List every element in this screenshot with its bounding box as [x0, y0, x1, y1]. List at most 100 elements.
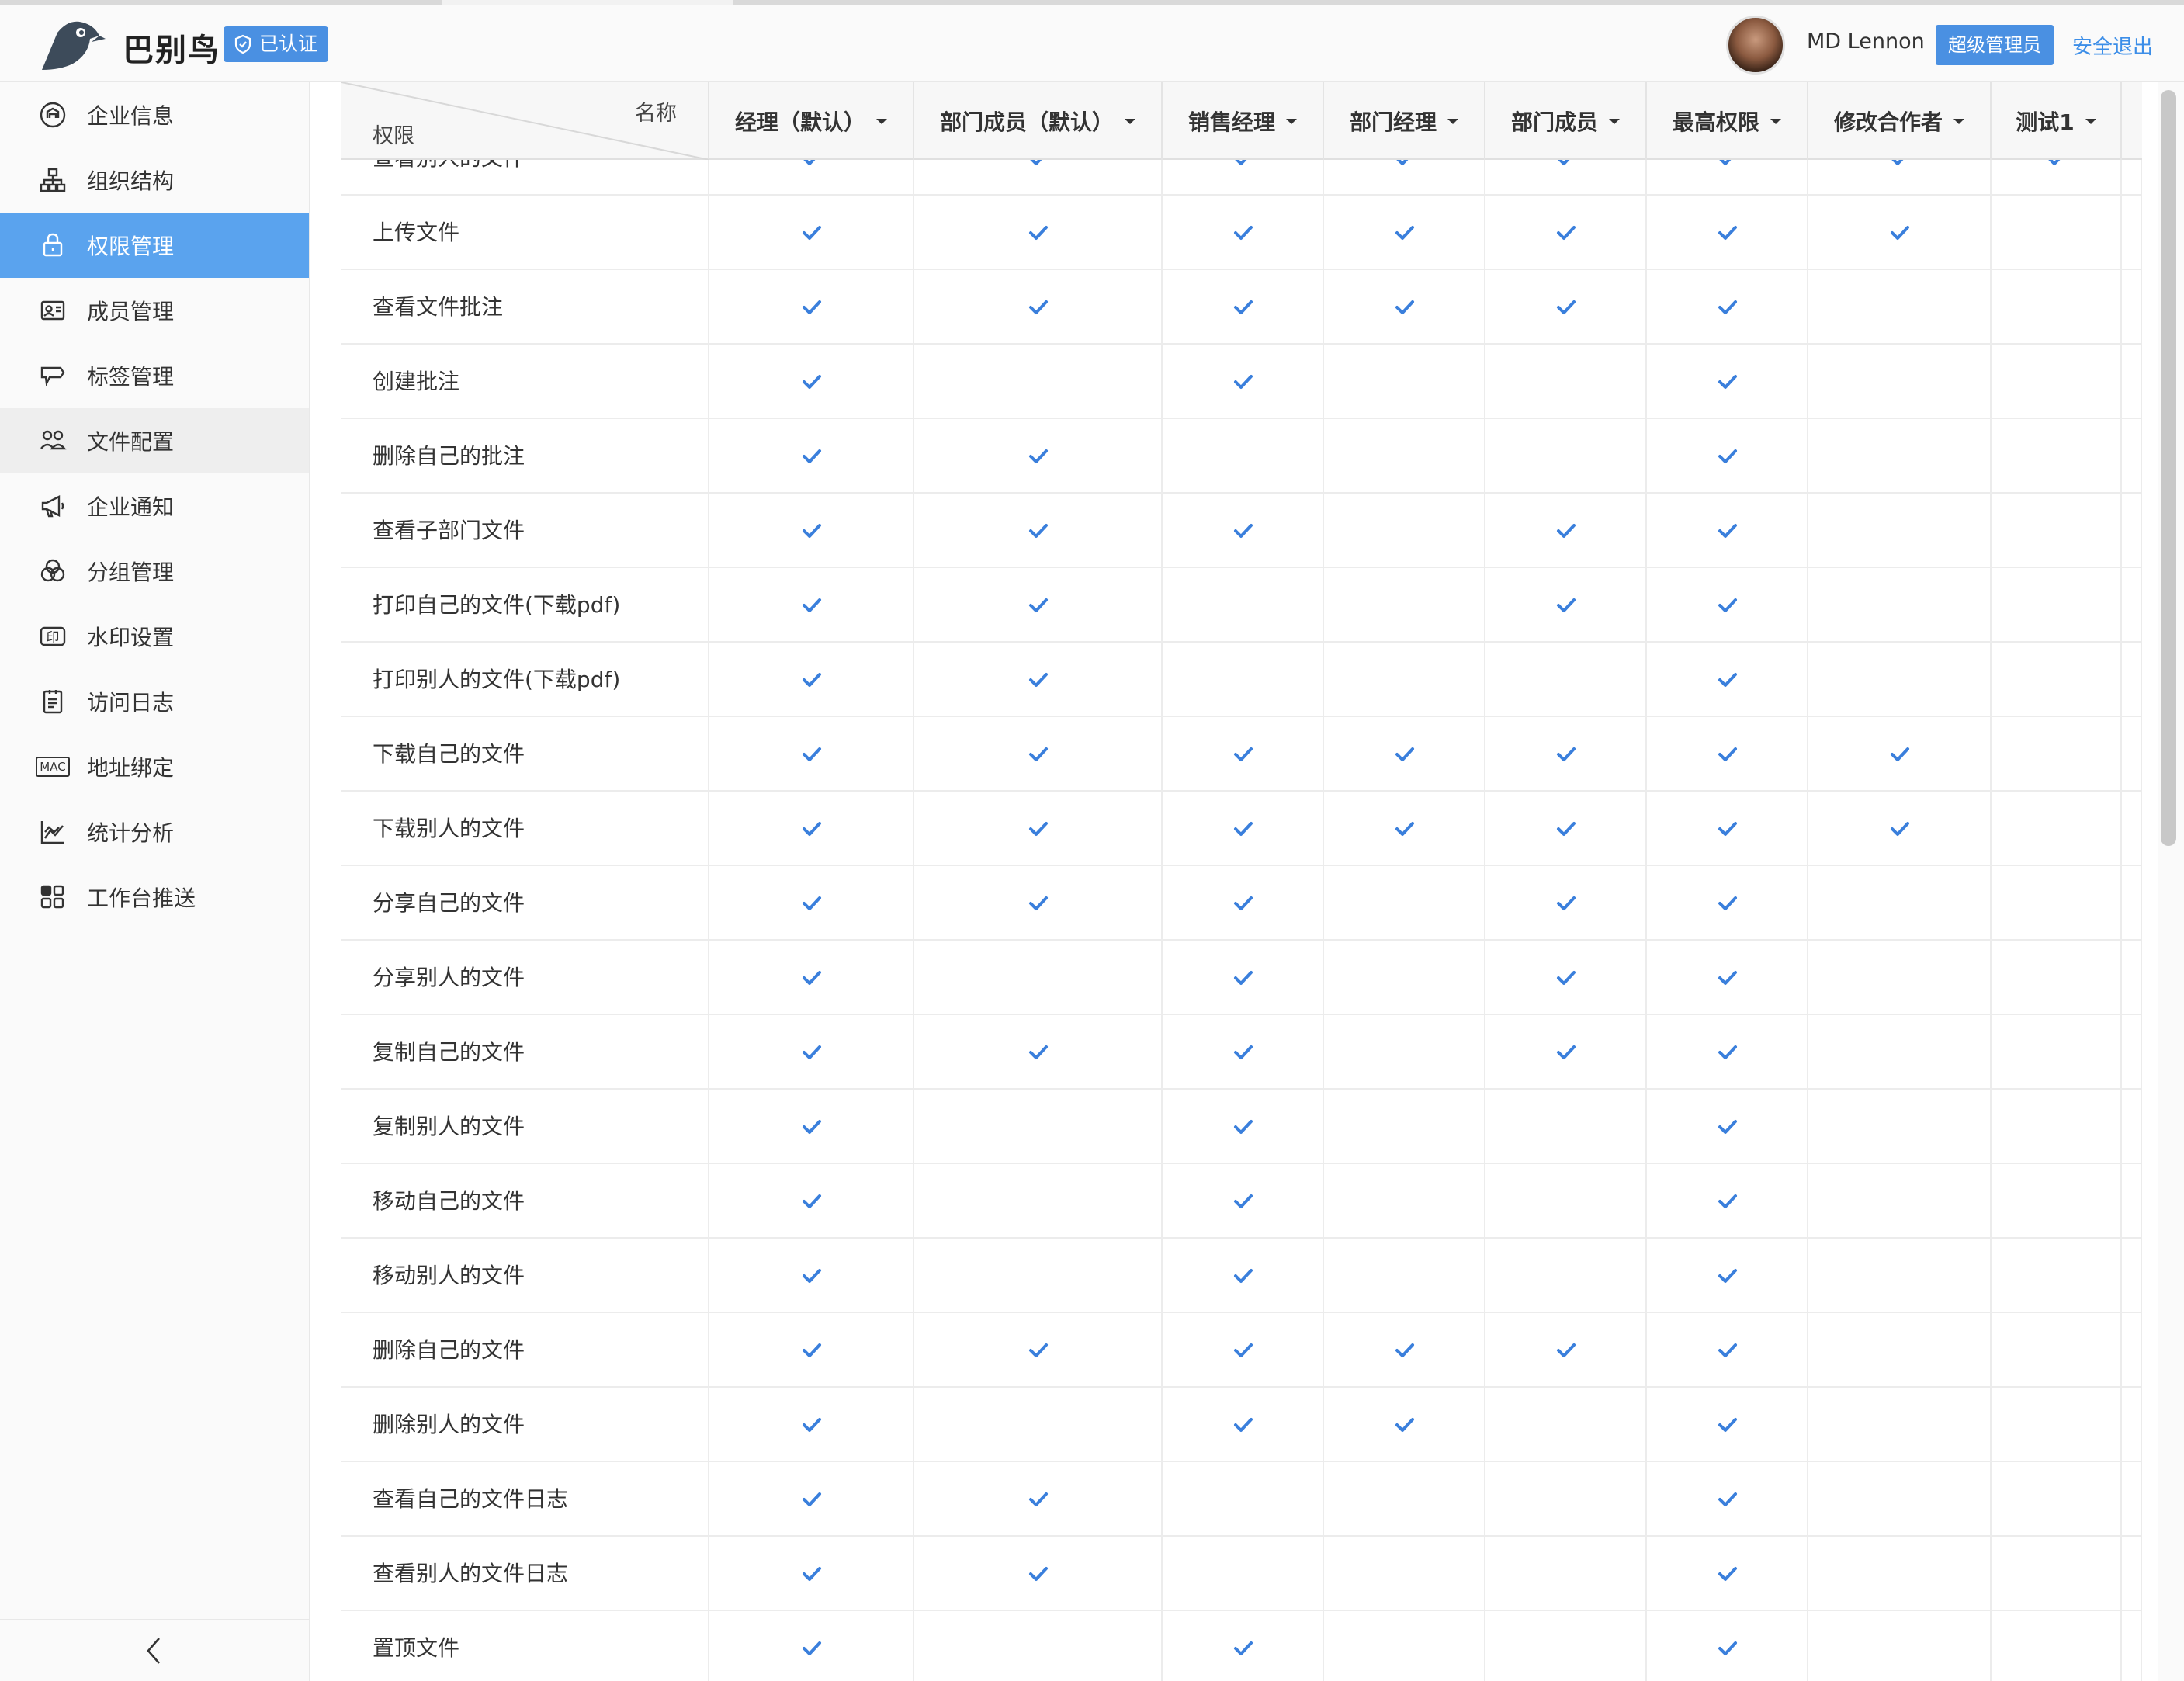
- permission-cell[interactable]: [1647, 345, 1808, 419]
- permission-cell[interactable]: [1992, 1015, 2122, 1090]
- sidebar-item-members[interactable]: 成员管理: [0, 278, 309, 343]
- permission-cell[interactable]: [1992, 568, 2122, 643]
- permission-cell[interactable]: [1992, 1090, 2122, 1164]
- permission-cell[interactable]: [1808, 1090, 1992, 1164]
- permission-cell[interactable]: [1992, 717, 2122, 792]
- permission-cell[interactable]: [1647, 1239, 1808, 1313]
- permission-cell[interactable]: [1324, 1537, 1485, 1611]
- permission-cell[interactable]: [709, 1462, 914, 1537]
- permission-cell[interactable]: [1324, 345, 1485, 419]
- permission-cell[interactable]: [1324, 792, 1485, 866]
- permission-cell[interactable]: [1992, 1313, 2122, 1388]
- permission-cell[interactable]: [1808, 1239, 1992, 1313]
- permission-cell[interactable]: [709, 568, 914, 643]
- permission-cell[interactable]: [1324, 1462, 1485, 1537]
- permission-cell[interactable]: [914, 1537, 1163, 1611]
- permission-cell[interactable]: [1808, 1164, 1992, 1239]
- permission-cell[interactable]: [1485, 1313, 1647, 1388]
- permission-cell[interactable]: [1647, 1388, 1808, 1462]
- permission-cell[interactable]: [1647, 1313, 1808, 1388]
- permission-cell[interactable]: [914, 1462, 1163, 1537]
- avatar[interactable]: [1726, 16, 1785, 75]
- column-header[interactable]: 修改合作者: [1808, 82, 1992, 160]
- permission-cell[interactable]: [914, 1611, 1163, 1681]
- sidebar-item-notice[interactable]: 企业通知: [0, 473, 309, 539]
- permission-cell[interactable]: [1324, 419, 1485, 494]
- permission-cell[interactable]: [1324, 643, 1485, 717]
- permission-cell[interactable]: [1485, 1388, 1647, 1462]
- permission-cell[interactable]: [1808, 643, 1992, 717]
- permission-cell[interactable]: [1163, 270, 1324, 345]
- permission-cell[interactable]: [1808, 345, 1992, 419]
- permission-cell[interactable]: [709, 941, 914, 1015]
- permission-cell[interactable]: [709, 1611, 914, 1681]
- permission-cell[interactable]: [1324, 1015, 1485, 1090]
- permission-cell[interactable]: [1647, 1611, 1808, 1681]
- column-header[interactable]: 部门成员（默认）: [914, 82, 1163, 160]
- sidebar-item-permission[interactable]: 权限管理: [0, 213, 309, 278]
- permission-cell[interactable]: [1485, 941, 1647, 1015]
- permission-cell[interactable]: [914, 345, 1163, 419]
- permission-cell[interactable]: [1324, 1239, 1485, 1313]
- sidebar-item-groups[interactable]: 分组管理: [0, 539, 309, 604]
- permission-cell[interactable]: [1808, 494, 1992, 568]
- permission-cell[interactable]: [1324, 717, 1485, 792]
- permission-cell[interactable]: [709, 1388, 914, 1462]
- permission-cell[interactable]: [1647, 568, 1808, 643]
- sidebar-item-workbench[interactable]: 工作台推送: [0, 865, 309, 930]
- permission-cell[interactable]: [1324, 270, 1485, 345]
- permission-cell[interactable]: [1647, 1537, 1808, 1611]
- permission-cell[interactable]: [1324, 568, 1485, 643]
- permission-cell[interactable]: [1992, 345, 2122, 419]
- permission-cell[interactable]: [1647, 270, 1808, 345]
- permission-cell[interactable]: [1992, 1388, 2122, 1462]
- permission-cell[interactable]: [914, 1164, 1163, 1239]
- permission-cell[interactable]: [1808, 1313, 1992, 1388]
- scrollbar-thumb[interactable]: [2161, 90, 2176, 846]
- permission-cell[interactable]: [1647, 1015, 1808, 1090]
- permission-cell[interactable]: [1808, 568, 1992, 643]
- permission-cell[interactable]: [1485, 1611, 1647, 1681]
- permission-cell[interactable]: [1163, 1537, 1324, 1611]
- permission-cell[interactable]: [1163, 941, 1324, 1015]
- permission-cell[interactable]: [1808, 1611, 1992, 1681]
- permission-cell[interactable]: [1324, 1313, 1485, 1388]
- permission-cell[interactable]: [1808, 792, 1992, 866]
- sidebar-item-org-structure[interactable]: 组织结构: [0, 147, 309, 213]
- permission-cell[interactable]: [1485, 1537, 1647, 1611]
- permission-cell[interactable]: [914, 1090, 1163, 1164]
- permission-cell[interactable]: [1163, 643, 1324, 717]
- permission-cell[interactable]: [1324, 1611, 1485, 1681]
- permission-cell[interactable]: [1324, 1090, 1485, 1164]
- permission-cell[interactable]: [914, 270, 1163, 345]
- permission-cell[interactable]: [1992, 494, 2122, 568]
- permission-cell[interactable]: [1485, 1462, 1647, 1537]
- permission-cell[interactable]: [709, 1164, 914, 1239]
- permission-cell[interactable]: [1647, 792, 1808, 866]
- sidebar-item-access-log[interactable]: 访问日志: [0, 669, 309, 734]
- permission-cell[interactable]: [1485, 1090, 1647, 1164]
- permission-cell[interactable]: [1992, 1239, 2122, 1313]
- permission-cell[interactable]: [1163, 866, 1324, 941]
- permission-cell[interactable]: [1485, 345, 1647, 419]
- permission-cell[interactable]: [914, 1239, 1163, 1313]
- permission-cell[interactable]: [1992, 792, 2122, 866]
- permission-cell[interactable]: [1485, 866, 1647, 941]
- sidebar-item-tags[interactable]: 标签管理: [0, 343, 309, 408]
- permission-cell[interactable]: [1163, 1239, 1324, 1313]
- permission-cell[interactable]: [1647, 941, 1808, 1015]
- permission-cell[interactable]: [1808, 1462, 1992, 1537]
- permission-cell[interactable]: [1485, 1239, 1647, 1313]
- permission-cell[interactable]: [914, 196, 1163, 270]
- permission-cell[interactable]: [709, 792, 914, 866]
- permission-cell[interactable]: [1647, 866, 1808, 941]
- logout-link[interactable]: 安全退出: [2072, 31, 2153, 60]
- permission-cell[interactable]: [1992, 196, 2122, 270]
- permission-cell[interactable]: [1992, 1611, 2122, 1681]
- sidebar-item-enterprise-info[interactable]: 企业信息: [0, 82, 309, 147]
- permission-cell[interactable]: [914, 717, 1163, 792]
- column-header[interactable]: 经理（默认）: [709, 82, 914, 160]
- permission-cell[interactable]: [1647, 1090, 1808, 1164]
- permission-cell[interactable]: [1485, 792, 1647, 866]
- permission-cell[interactable]: [1324, 866, 1485, 941]
